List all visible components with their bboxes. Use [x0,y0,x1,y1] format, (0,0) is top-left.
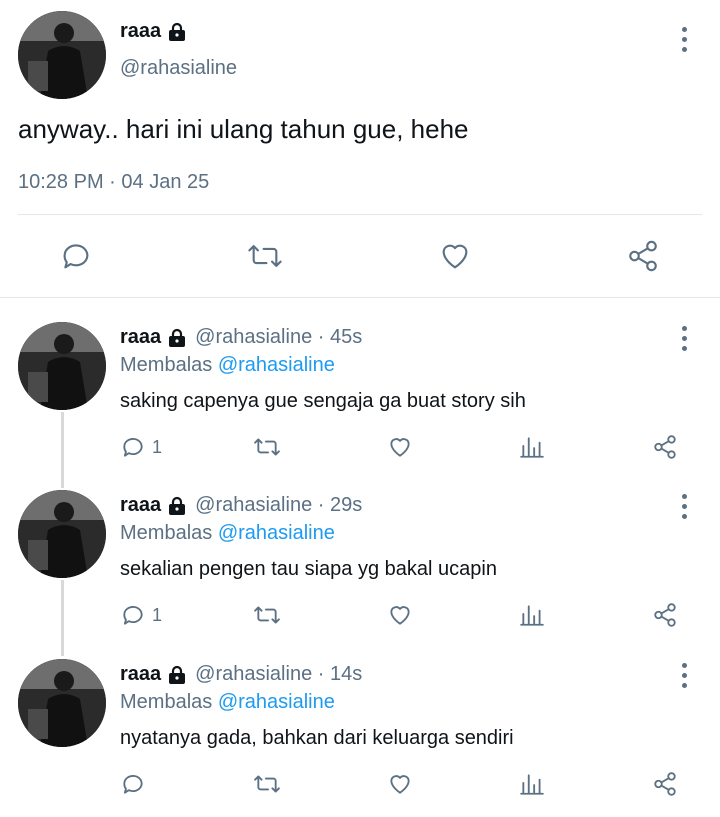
reply-tweet[interactable]: raaa @rahasialine · 14s Membalas @rahasi… [0,659,720,817]
reply-button[interactable] [120,771,156,797]
heart-icon [390,606,410,625]
reply-header: raaa @rahasialine · 14s [120,663,363,686]
reply-button[interactable]: 1 [120,602,162,628]
tweet-text: sekalian pengen tau siapa yg bakal ucapi… [120,558,497,580]
like-button[interactable] [386,771,414,797]
replying-to: Membalas @rahasialine [120,691,335,713]
share-button[interactable] [652,771,678,797]
reply-header: raaa @rahasialine · 29s [120,494,363,517]
user-handle[interactable]: @rahasialine [195,663,312,686]
user-handle[interactable]: @rahasialine [195,494,312,517]
more-vertical-icon [681,493,687,499]
main-tweet: raaa @rahasialine anyway.. hari ini ulan… [0,0,720,298]
user-handle[interactable]: @rahasialine [195,326,312,349]
reply-tweet[interactable]: raaa @rahasialine · 45s Membalas @rahasi… [0,322,720,482]
display-name[interactable]: raaa [120,494,187,517]
reply-icon [123,775,143,794]
display-name[interactable]: raaa [120,326,187,349]
heart-icon [390,775,410,794]
tweet-age[interactable]: 29s [330,494,362,517]
retweet-button[interactable] [252,602,282,628]
reply-count: 1 [152,436,163,457]
views-button[interactable] [519,771,545,797]
divider [18,214,702,215]
heart-icon [390,438,410,457]
tweet-timestamp[interactable]: 10:28 PM · 04 Jan 25 [18,171,209,194]
section-divider [0,297,720,298]
share-icon [654,772,676,796]
like-button[interactable] [386,602,414,628]
more-options-button[interactable] [672,24,696,54]
views-button[interactable] [519,434,545,460]
avatar[interactable] [18,659,106,747]
lock-icon [167,496,187,516]
reply-header: raaa @rahasialine · 45s [120,326,363,349]
heart-icon [442,244,468,269]
like-button[interactable] [437,239,473,273]
mention-link[interactable]: @rahasialine [218,522,335,544]
retweet-button[interactable] [246,239,284,273]
display-name[interactable]: raaa [120,20,187,43]
analytics-icon [520,437,544,458]
tweet-text: saking capenya gue sengaja ga buat story… [120,390,526,412]
reply-button[interactable]: 1 [120,434,162,460]
reply-icon [63,244,89,269]
retweet-icon [254,775,280,793]
replying-to: Membalas @rahasialine [120,354,335,376]
replying-to: Membalas @rahasialine [120,522,335,544]
share-button[interactable] [652,434,678,460]
more-options-button[interactable] [672,323,696,353]
user-handle[interactable]: @rahasialine [120,57,237,80]
tweet-age[interactable]: 14s [330,663,362,686]
share-button[interactable] [652,602,678,628]
more-options-button[interactable] [672,660,696,690]
more-vertical-icon [681,325,687,331]
mention-link[interactable]: @rahasialine [218,354,335,376]
lock-icon [167,328,187,348]
share-button[interactable] [626,239,660,273]
retweet-button[interactable] [252,434,282,460]
display-name[interactable]: raaa [120,663,187,686]
share-icon [629,240,657,272]
reply-count: 1 [152,604,163,625]
lock-icon [167,665,187,685]
tweet-text: nyatanya gada, bahkan dari keluarga send… [120,727,514,749]
tweet-age[interactable]: 45s [330,326,362,349]
avatar[interactable] [18,490,106,578]
reply-icon [123,606,143,625]
more-options-button[interactable] [672,491,696,521]
mention-link[interactable]: @rahasialine [218,691,335,713]
retweet-button[interactable] [252,771,282,797]
tweet-text: anyway.. hari ini ulang tahun gue, hehe [18,114,469,144]
avatar[interactable] [18,322,106,410]
reply-icon [123,438,143,457]
lock-icon [167,22,187,42]
reply-tweet[interactable]: raaa @rahasialine · 29s Membalas @rahasi… [0,490,720,650]
more-vertical-icon [681,26,687,32]
retweet-icon [254,438,280,456]
like-button[interactable] [386,434,414,460]
retweet-icon [254,606,280,624]
analytics-icon [520,774,544,795]
more-vertical-icon [681,662,687,668]
views-button[interactable] [519,602,545,628]
analytics-icon [520,605,544,626]
reply-button[interactable] [59,239,93,273]
retweet-icon [248,245,282,267]
share-icon [654,435,676,459]
avatar[interactable] [18,11,106,99]
share-icon [654,603,676,627]
